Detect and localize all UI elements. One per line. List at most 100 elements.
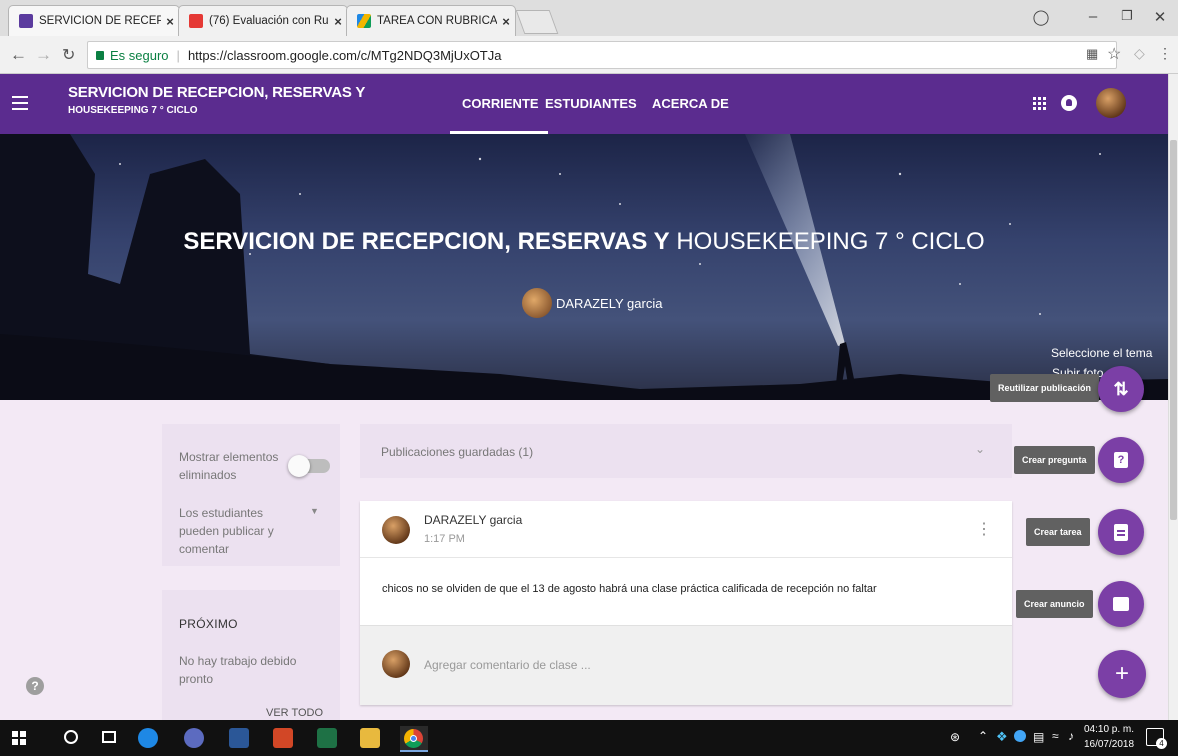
post-more-options-icon[interactable]: ⋮	[976, 519, 992, 539]
show-hidden-icons[interactable]: ⌃	[978, 729, 988, 743]
expand-chevron-icon[interactable]: ⌄	[975, 442, 985, 456]
browser-tab-youtube[interactable]: (76) Evaluación con Rubr ×	[178, 5, 348, 36]
announcement-post: DARAZELY garcia 1:17 PM ⋮ chicos no se o…	[360, 501, 1012, 705]
saved-posts-label: Publicaciones guardadas (1)	[381, 445, 534, 459]
edge-browser-icon[interactable]	[138, 728, 158, 748]
app-tray-icon[interactable]	[1014, 730, 1026, 742]
notifications-icon[interactable]	[1061, 95, 1077, 111]
plus-icon[interactable]: +	[1098, 650, 1146, 698]
owner-avatar	[522, 288, 552, 318]
action-center-icon[interactable]: 4	[1146, 728, 1167, 749]
reuse-post-label[interactable]: Reutilizar publicación	[990, 374, 1100, 402]
repeat-icon[interactable]: ⇅	[1098, 366, 1144, 412]
clock-date[interactable]: 16/07/2018	[1081, 739, 1137, 750]
file-explorer-icon[interactable]	[360, 728, 380, 748]
class-subtitle: HOUSEKEEPING 7 ° CICLO	[68, 105, 198, 116]
saved-posts-bar[interactable]: Publicaciones guardadas (1) ⌄	[360, 424, 1012, 478]
drive-favicon-icon	[357, 14, 371, 28]
post-time: 1:17 PM	[424, 533, 465, 545]
forward-icon[interactable]: →	[35, 45, 52, 65]
address-bar[interactable]: Es seguro | https://classroom.google.com…	[87, 41, 1117, 69]
profile-icon[interactable]: ◯	[1031, 8, 1051, 26]
post-body-text: chicos no se olviden de que el 13 de ago…	[382, 583, 877, 595]
class-title[interactable]: SERVICION DE RECEPCION, RESERVAS Y	[68, 84, 365, 101]
translate-icon[interactable]: ▦	[1086, 46, 1098, 62]
new-tab-button[interactable]	[515, 10, 559, 34]
banner-title-bold: SERVICION DE RECEPCION, RESERVAS Y	[183, 228, 670, 255]
app-icon[interactable]	[184, 728, 204, 748]
browser-menu-icon[interactable]: ⋮	[1158, 45, 1172, 62]
tab-estudiantes[interactable]: ESTUDIANTES	[545, 96, 637, 111]
chrome-taskbar-button[interactable]	[400, 726, 428, 752]
notification-count-badge: 4	[1156, 738, 1167, 749]
close-tab-icon[interactable]: ×	[329, 14, 347, 29]
scrollbar-thumb[interactable]	[1170, 140, 1177, 520]
create-assignment-label[interactable]: Crear tarea	[1026, 518, 1090, 546]
back-icon[interactable]: ←	[10, 45, 27, 65]
upcoming-empty-text: No hay trabajo debido pronto	[179, 654, 297, 686]
minimize-icon[interactable]: –	[1083, 8, 1103, 25]
banner-night-sky-image	[0, 134, 1168, 400]
tab-corriente[interactable]: CORRIENTE	[462, 96, 539, 111]
wifi-icon[interactable]: ≈	[1052, 729, 1059, 743]
close-tab-icon[interactable]: ×	[497, 14, 515, 29]
bookmark-star-icon[interactable]: ☆	[1107, 44, 1121, 64]
hamburger-menu-icon[interactable]	[12, 96, 28, 110]
post-divider	[360, 557, 1012, 558]
create-announcement-label[interactable]: Crear anuncio	[1016, 590, 1093, 618]
restore-icon[interactable]: ❐	[1117, 8, 1137, 24]
commenter-avatar	[382, 650, 410, 678]
secure-label: Es seguro	[110, 47, 169, 63]
upcoming-title: PRÓXIMO	[179, 617, 238, 631]
add-class-comment-input[interactable]: Agregar comentario de clase ...	[424, 658, 591, 672]
people-icon[interactable]: ⊛	[950, 730, 960, 744]
post-author-name[interactable]: DARAZELY garcia	[424, 513, 522, 527]
permissions-dropdown-arrow-icon[interactable]: ▼	[310, 506, 319, 516]
banner-class-title: SERVICION DE RECEPCION, RESERVAS Y HOUSE…	[0, 228, 1168, 256]
apps-grid-icon[interactable]	[1033, 97, 1046, 110]
question-icon[interactable]: ?	[1098, 437, 1144, 483]
extension-icon[interactable]: ◇	[1134, 45, 1145, 62]
clock-time[interactable]: 04:10 p. m.	[1081, 724, 1137, 735]
excel-icon[interactable]	[317, 728, 337, 748]
student-permissions-label[interactable]: Los estudiantes pueden publicar y coment…	[179, 504, 304, 558]
comment-area: Agregar comentario de clase ...	[360, 625, 1012, 705]
tab-title: (76) Evaluación con Rubr	[209, 15, 329, 27]
windows-taskbar: ⊛ ⌃ ❖ ▤ ≈ ♪ 04:10 p. m. 16/07/2018 4	[0, 720, 1178, 756]
browser-tab-drive[interactable]: TAREA CON RUBRICAS - ×	[346, 5, 516, 36]
close-tab-icon[interactable]: ×	[161, 14, 179, 29]
announcement-icon[interactable]	[1098, 581, 1144, 627]
classroom-favicon-icon	[19, 14, 33, 28]
show-deleted-label: Mostrar elementos eliminados	[179, 450, 279, 482]
view-all-link[interactable]: VER TODO	[266, 707, 323, 719]
post-author-avatar[interactable]	[382, 516, 410, 544]
tab-title: TAREA CON RUBRICAS -	[377, 15, 497, 27]
task-view-icon[interactable]	[102, 731, 116, 743]
banner-title-light: HOUSEKEEPING 7 ° CICLO	[676, 228, 985, 255]
reload-icon[interactable]: ↻	[62, 45, 75, 65]
powerpoint-icon[interactable]	[273, 728, 293, 748]
bluetooth-icon[interactable]: ❖	[996, 729, 1008, 745]
url-text[interactable]: https://classroom.google.com/c/MTg2NDQ3M…	[188, 48, 502, 63]
stream-settings-card: Mostrar elementos eliminados Los estudia…	[162, 424, 340, 566]
help-icon[interactable]: ?	[26, 677, 44, 695]
youtube-favicon-icon	[189, 14, 203, 28]
cortana-search-icon[interactable]	[64, 730, 78, 744]
battery-icon[interactable]: ▤	[1033, 730, 1044, 744]
volume-icon[interactable]: ♪	[1068, 729, 1074, 743]
word-icon[interactable]	[229, 728, 249, 748]
upcoming-card: PRÓXIMO No hay trabajo debido pronto VER…	[162, 590, 340, 720]
account-avatar[interactable]	[1096, 88, 1126, 118]
tab-acerca-de[interactable]: ACERCA DE	[652, 96, 729, 111]
windows-start-icon[interactable]	[12, 731, 26, 745]
tab-title: SERVICION DE RECEPCIC	[39, 15, 161, 27]
secure-indicator[interactable]: Es seguro	[96, 48, 169, 63]
show-deleted-toggle[interactable]	[288, 455, 330, 477]
class-banner: SERVICION DE RECEPCION, RESERVAS Y HOUSE…	[0, 134, 1168, 400]
browser-tab-classroom[interactable]: SERVICION DE RECEPCIC ×	[8, 5, 180, 36]
banner-owner-name: DARAZELY garcia	[556, 296, 663, 311]
close-window-icon[interactable]: ✕	[1150, 8, 1170, 26]
select-theme-link[interactable]: Seleccione el tema	[1051, 346, 1152, 360]
create-question-label[interactable]: Crear pregunta	[1014, 446, 1095, 474]
assignment-icon[interactable]	[1098, 509, 1144, 555]
